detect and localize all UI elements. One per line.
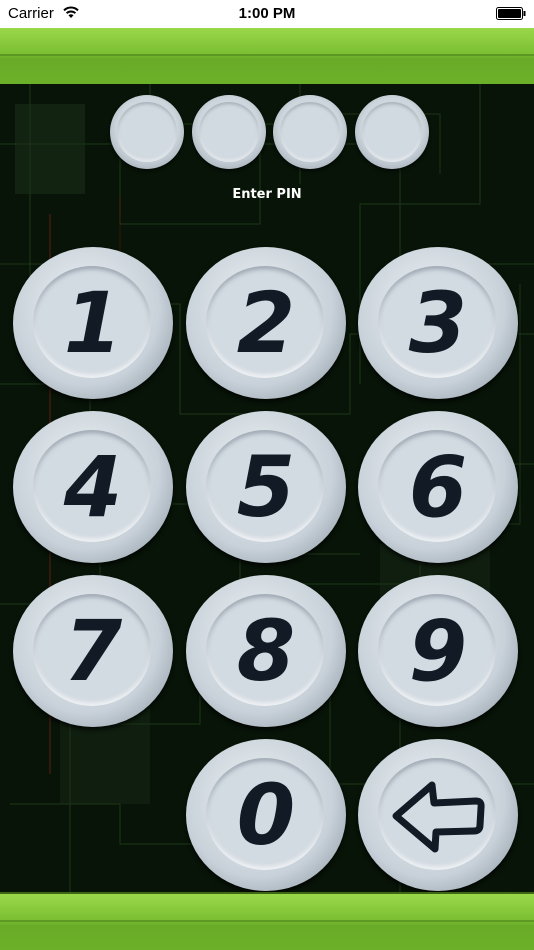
key-8[interactable]: 8 xyxy=(186,575,346,727)
top-header-bar xyxy=(0,28,534,86)
bottom-bar xyxy=(0,892,534,950)
key-label: 3 xyxy=(408,274,468,372)
pin-entry-screen: Carrier 1:00 PM Enter PIN 1 2 3 4 5 6 7 … xyxy=(0,0,534,950)
keypad-area: Enter PIN 1 2 3 4 5 6 7 8 9 0 xyxy=(0,84,534,892)
enter-pin-label: Enter PIN xyxy=(232,187,302,202)
key-7[interactable]: 7 xyxy=(13,575,173,727)
key-2[interactable]: 2 xyxy=(186,247,346,399)
status-bar: Carrier 1:00 PM xyxy=(0,0,534,28)
bar-divider xyxy=(0,54,534,56)
backspace-arrow-icon xyxy=(392,781,485,853)
bar-divider xyxy=(0,920,534,922)
key-label: 5 xyxy=(236,438,296,536)
key-9[interactable]: 9 xyxy=(358,575,518,727)
pin-dot-2 xyxy=(192,95,266,169)
key-5[interactable]: 5 xyxy=(186,411,346,563)
battery-icon xyxy=(496,7,526,20)
key-label: 4 xyxy=(63,438,123,536)
key-label: 9 xyxy=(408,602,468,700)
key-label: 1 xyxy=(63,274,123,372)
pin-dot-3 xyxy=(273,95,347,169)
key-3[interactable]: 3 xyxy=(358,247,518,399)
key-label: 6 xyxy=(408,438,468,536)
key-label: 7 xyxy=(63,602,123,700)
key-1[interactable]: 1 xyxy=(13,247,173,399)
key-4[interactable]: 4 xyxy=(13,411,173,563)
pin-dot-4 xyxy=(355,95,429,169)
status-time: 1:00 PM xyxy=(238,5,296,22)
pin-dot-1 xyxy=(110,95,184,169)
key-label: 8 xyxy=(236,602,296,700)
key-label: 0 xyxy=(236,766,296,864)
key-label: 2 xyxy=(236,274,296,372)
backspace-button[interactable] xyxy=(358,739,518,891)
key-6[interactable]: 6 xyxy=(358,411,518,563)
key-0[interactable]: 0 xyxy=(186,739,346,891)
